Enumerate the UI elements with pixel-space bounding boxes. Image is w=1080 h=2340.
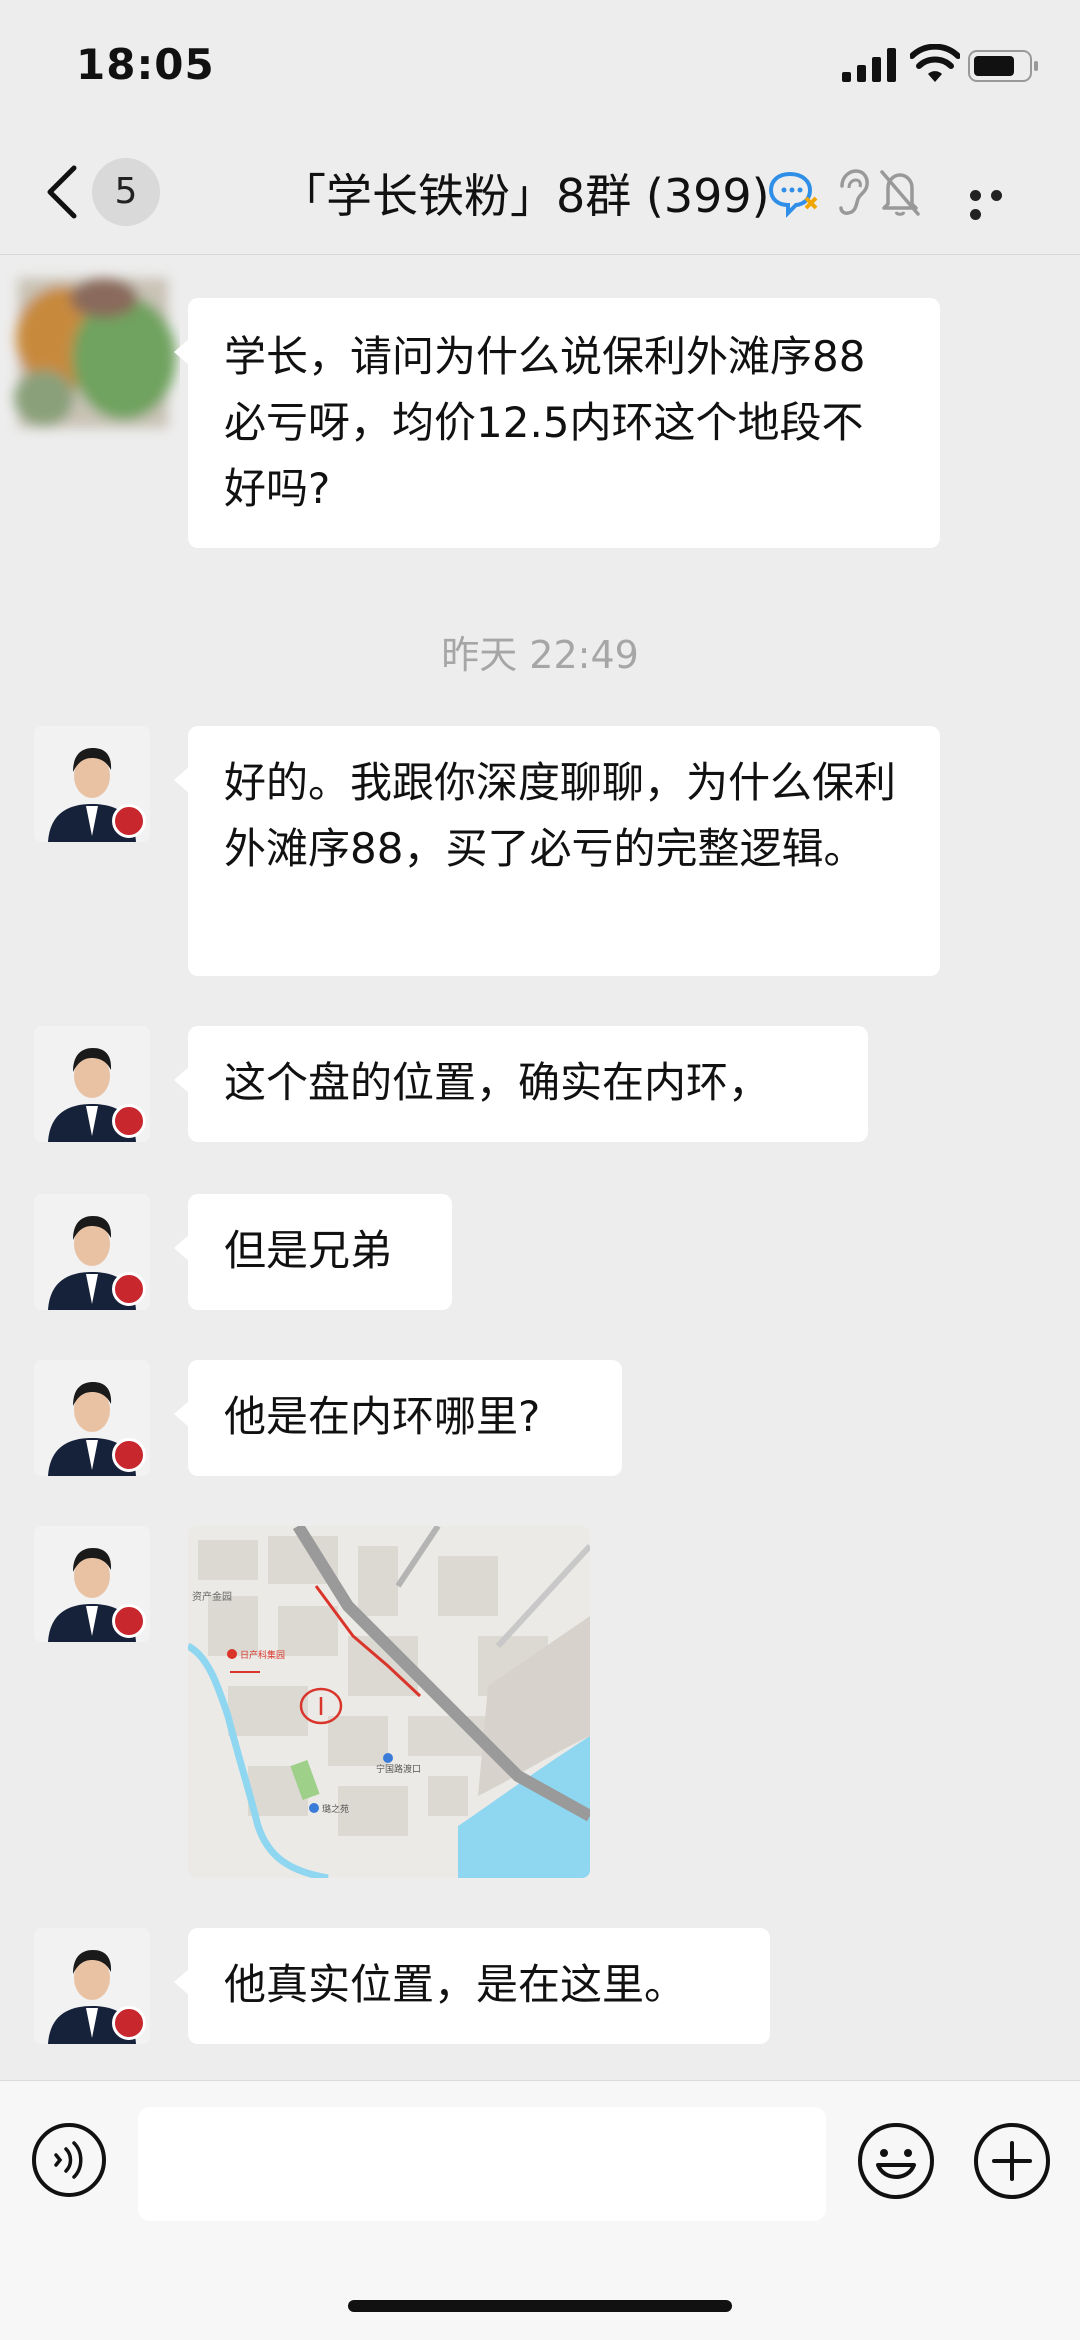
map-label: 璐之苑 [322,1803,349,1815]
back-arrow-icon[interactable] [44,164,80,220]
message-text: 他是在内环哪里? [224,1392,541,1441]
status-bar: 18:05 [0,0,1080,130]
message-text: 但是兄弟 [224,1226,393,1275]
avatar-badge [112,804,146,838]
chat-title[interactable]: 「学长铁粉」8群 (399) [280,160,770,226]
add-attachment-icon[interactable] [972,2121,1052,2201]
home-indicator[interactable] [348,2300,732,2312]
avatar[interactable] [34,1026,150,1142]
signal-icon [842,48,896,82]
avatar[interactable] [34,1526,150,1642]
battery-icon [968,50,1038,82]
group-chat-icon [768,171,818,218]
emoji-icon[interactable] [856,2121,936,2201]
message-bubble[interactable]: 好的。我跟你深度聊聊，为什么保利外滩序88，买了必亏的完整逻辑。 [174,726,940,976]
message-bubble[interactable]: 他是在内环哪里? [174,1360,622,1476]
map-image[interactable]: 资产金园 日产科集园 宁国路渡口 璐之苑 [188,1526,590,1878]
avatar-badge [112,1438,146,1472]
chat-header: 5 「学长铁粉」8群 (399) [0,130,1080,255]
ear-icon [839,169,869,215]
wifi-icon [910,44,960,82]
avatar[interactable] [4,258,180,448]
avatar[interactable] [34,726,150,842]
status-time: 18:05 [76,40,215,89]
avatar[interactable] [34,1360,150,1476]
timestamp: 昨天 22:49 [441,633,639,677]
message-bubble[interactable]: 这个盘的位置，确实在内环， [174,1026,868,1142]
more-options-icon[interactable] [970,186,1030,220]
avatar-badge [112,1604,146,1638]
message-text: 学长，请问为什么说保利外滩序88必亏呀，均价12.5内环这个地段不好吗? [224,332,866,513]
voice-input-icon[interactable] [30,2121,108,2199]
avatar[interactable] [34,1194,150,1310]
map-graphic: 资产金园 日产科集园 宁国路渡口 璐之苑 [188,1526,590,1878]
avatar-badge [112,2006,146,2040]
map-label: 资产金园 [192,1590,232,1603]
message-text: 他真实位置，是在这里。 [224,1960,687,2009]
message-input[interactable] [138,2107,826,2221]
map-label: 宁国路渡口 [376,1763,421,1775]
map-label: 日产科集园 [240,1649,285,1661]
message-bubble[interactable]: 但是兄弟 [174,1194,452,1310]
message-bubble[interactable]: 学长，请问为什么说保利外滩序88必亏呀，均价12.5内环这个地段不好吗? [174,298,940,548]
unread-count-badge[interactable]: 5 [92,158,160,226]
muted-bell-icon [880,170,920,216]
avatar-badge [112,1272,146,1306]
message-text: 好的。我跟你深度聊聊，为什么保利外滩序88，买了必亏的完整逻辑。 [224,758,897,873]
avatar[interactable] [34,1928,150,2044]
message-text: 这个盘的位置，确实在内环， [224,1058,771,1107]
message-bubble[interactable]: 他真实位置，是在这里。 [174,1928,770,2044]
avatar-badge [112,1104,146,1138]
